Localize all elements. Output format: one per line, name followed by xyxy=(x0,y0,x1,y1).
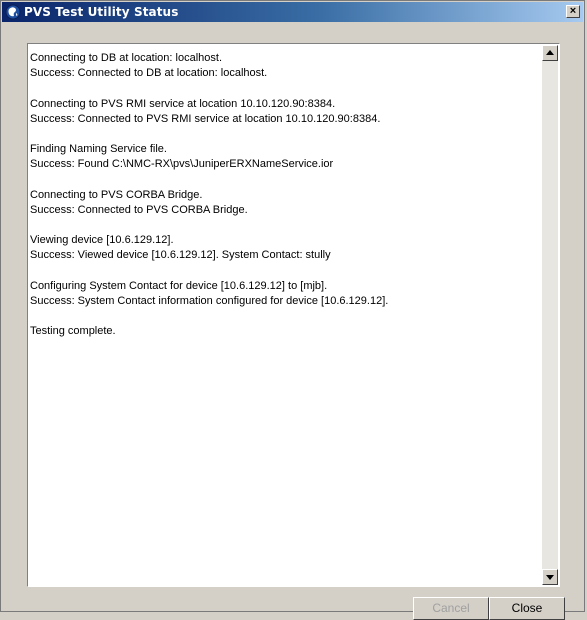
log-line: Success: Found C:\NMC-RX\pvs\JuniperERXN… xyxy=(30,158,334,171)
log-line: Success: System Contact information conf… xyxy=(30,295,389,307)
scroll-up-button[interactable] xyxy=(542,45,558,61)
log-line: Configuring System Contact for device [1… xyxy=(30,279,328,292)
scroll-down-button[interactable] xyxy=(542,569,558,585)
globe-icon xyxy=(5,4,21,20)
close-button[interactable]: Close xyxy=(489,597,565,620)
vertical-scrollbar[interactable] xyxy=(542,45,558,585)
log-line: Success: Viewed device [10.6.129.12]. Sy… xyxy=(30,249,331,262)
log-text: Connecting to DB at location: localhost.… xyxy=(30,51,538,340)
log-line: Success: Connected to PVS RMI service at… xyxy=(30,112,381,125)
log-line: Viewing device [10.6.129.12]. xyxy=(30,234,174,247)
status-dialog: PVS Test Utility Status × Connecting to … xyxy=(0,0,585,620)
log-line: Finding Naming Service file. xyxy=(30,143,167,156)
log-line: Testing complete. xyxy=(30,325,116,338)
scroll-up-arrow-icon xyxy=(546,50,554,55)
log-line: Connecting to PVS RMI service at locatio… xyxy=(30,97,336,110)
log-line: Success: Connected to DB at location: lo… xyxy=(30,67,268,80)
log-line: Connecting to DB at location: localhost. xyxy=(30,52,223,64)
title-bar[interactable]: PVS Test Utility Status × xyxy=(2,2,583,22)
close-window-button[interactable]: × xyxy=(566,5,580,18)
scroll-down-arrow-icon xyxy=(546,575,554,580)
log-line: Success: Connected to PVS CORBA Bridge. xyxy=(30,203,248,216)
window-title: PVS Test Utility Status xyxy=(24,5,179,19)
status-log[interactable]: Connecting to DB at location: localhost.… xyxy=(27,43,560,587)
log-line: Connecting to PVS CORBA Bridge. xyxy=(30,188,203,201)
cancel-button[interactable]: Cancel xyxy=(413,597,489,620)
